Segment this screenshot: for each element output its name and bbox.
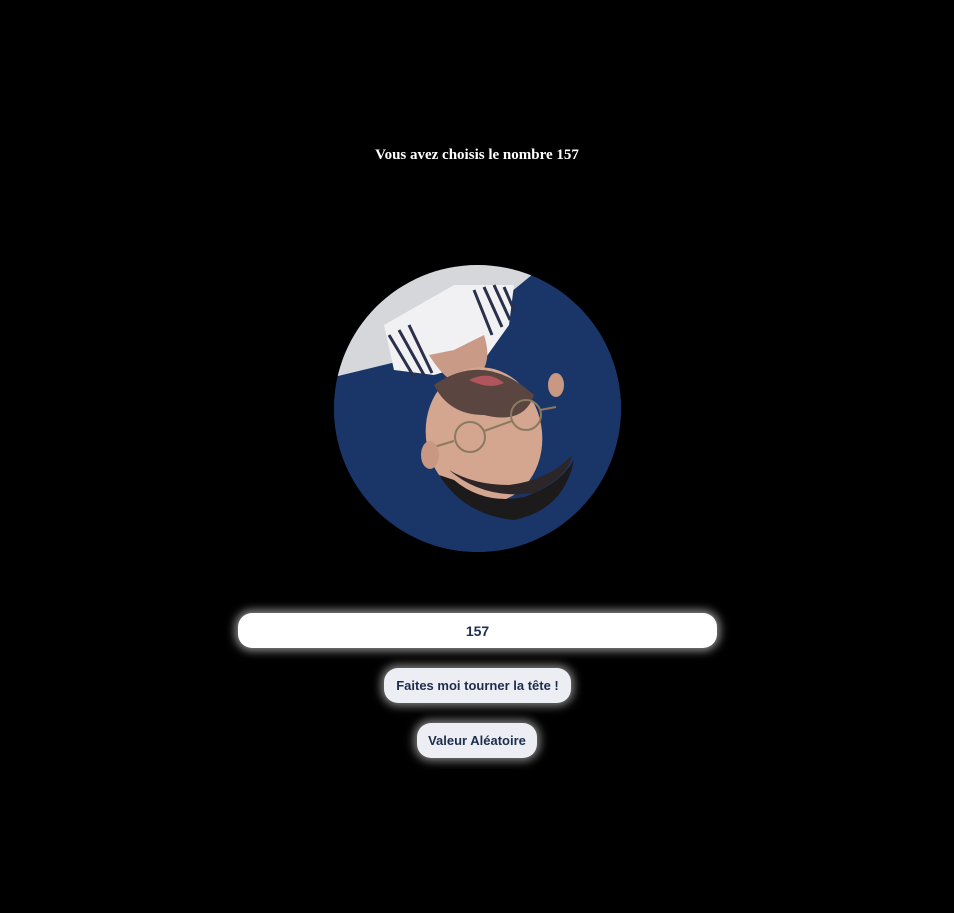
number-input[interactable] xyxy=(238,613,717,648)
rotate-head-button[interactable]: Faites moi tourner la tête ! xyxy=(384,668,571,703)
random-value-button[interactable]: Valeur Aléatoire xyxy=(417,723,537,758)
page-title: Vous avez choisis le nombre 157 xyxy=(0,144,954,166)
page: Vous avez choisis le nombre 157 157 Fait… xyxy=(0,0,954,913)
portrait-photo-icon xyxy=(334,265,621,552)
title-prefix: Vous avez choisis le nombre xyxy=(375,147,557,163)
title-number: 157 xyxy=(556,147,579,163)
avatar xyxy=(334,265,621,552)
